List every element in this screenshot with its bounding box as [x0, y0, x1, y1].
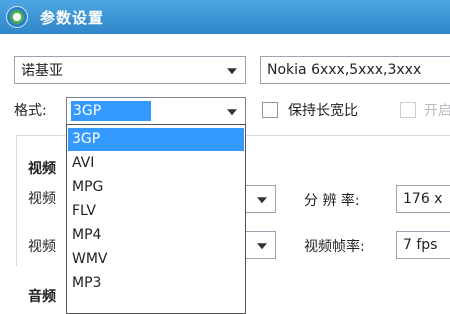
keep-ratio-checkbox[interactable]: [262, 102, 278, 118]
dropdown-option[interactable]: MPG: [68, 176, 244, 199]
brand-select-value: 诺基亚: [21, 63, 63, 79]
resolution-label: 分 辨 率:: [304, 193, 360, 209]
format-select-value: 3GP: [71, 101, 152, 121]
dropdown-option[interactable]: MP3: [68, 272, 244, 295]
format-select[interactable]: 3GP: [66, 97, 246, 125]
video-bitrate-label: 视频: [28, 239, 56, 255]
dropdown-option[interactable]: AVI: [68, 152, 244, 175]
resolution-select[interactable]: 176 x: [396, 185, 450, 213]
chevron-down-icon: [227, 109, 237, 116]
app-logo-icon: [6, 6, 28, 28]
resolution-value: 176 x: [403, 191, 443, 207]
brand-select[interactable]: 诺基亚: [14, 56, 246, 84]
model-select[interactable]: Nokia 6xxx,5xxx,3xxx: [260, 56, 450, 84]
video-encoder-label: 视频: [28, 191, 56, 207]
audio-section-label: 音频: [28, 289, 56, 305]
window-title: 参数设置: [40, 9, 105, 27]
chevron-down-icon: [227, 68, 237, 75]
format-dropdown-list: 3GP AVI MPG FLV MP4 WMV MP3: [66, 124, 246, 314]
enable-label: 开启: [424, 103, 450, 119]
dropdown-option[interactable]: MP4: [68, 224, 244, 247]
chevron-down-icon: [257, 197, 267, 204]
keep-ratio-label: 保持长宽比: [288, 103, 358, 119]
format-label: 格式:: [14, 103, 47, 119]
dropdown-option[interactable]: 3GP: [68, 128, 244, 151]
framerate-select[interactable]: 7 fps: [396, 231, 450, 259]
framerate-label: 视频帧率:: [304, 239, 365, 255]
dropdown-option[interactable]: FLV: [68, 200, 244, 223]
framerate-value: 7 fps: [403, 237, 438, 253]
chevron-down-icon: [257, 243, 267, 250]
video-section-label: 视频: [28, 161, 56, 177]
dropdown-option[interactable]: WMV: [68, 248, 244, 271]
enable-checkbox[interactable]: [400, 102, 416, 118]
model-select-value: Nokia 6xxx,5xxx,3xxx: [267, 62, 422, 78]
title-bar[interactable]: 参数设置: [0, 0, 450, 34]
